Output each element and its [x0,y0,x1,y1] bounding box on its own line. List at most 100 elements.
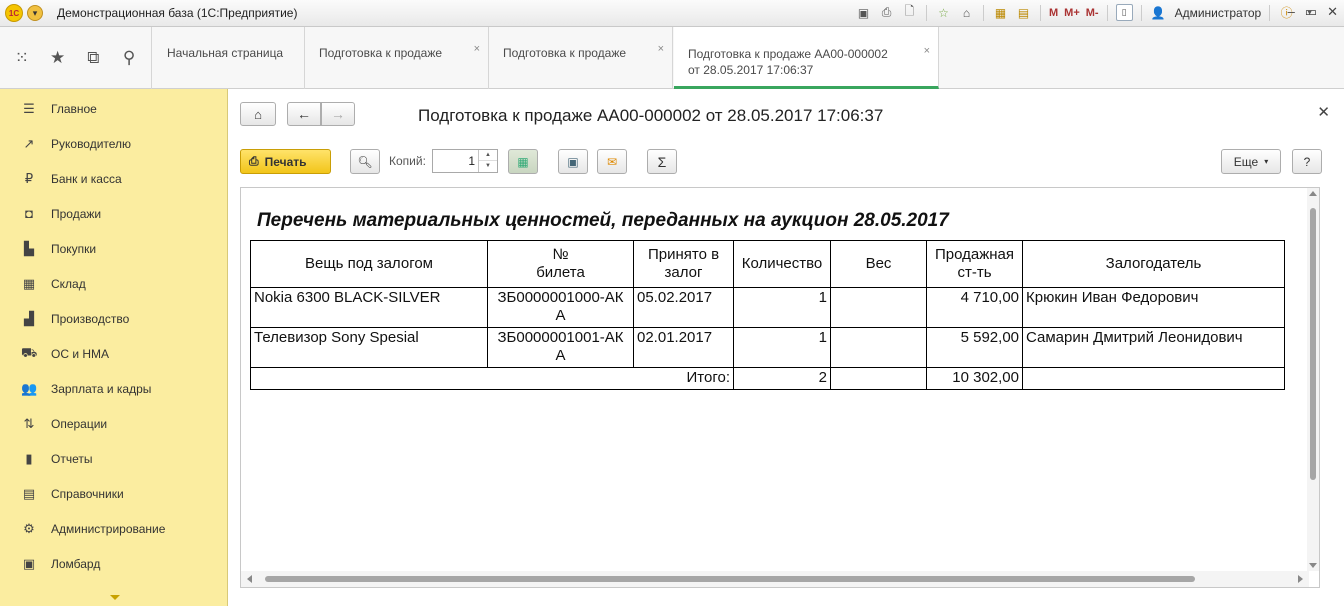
sidebar-item-bank[interactable]: ₽ Банк и касса [0,161,228,196]
cell-price[interactable]: 4 710,00 [926,287,1023,328]
close-window-icon[interactable]: ✕ [1327,4,1338,20]
chevron-down-icon: ▾ [1264,157,1269,166]
favorites-star-icon[interactable]: ★ [46,48,70,68]
sidebar-item-pawnshop[interactable]: ▣ Ломбард [0,546,228,581]
sidebar-item-label: Производство [51,311,130,326]
cell-pledgor[interactable]: Самарин Дмитрий Леонидович [1022,327,1285,368]
save-button[interactable]: ▣ [558,149,588,174]
copies-value[interactable]: 1 [468,154,475,168]
favorites-icon[interactable]: ☆ [935,4,952,21]
close-tab-icon[interactable]: × [474,43,480,55]
total-pledgor[interactable] [1022,367,1285,390]
sidebar-item-main[interactable]: ☰ Главное [0,91,228,126]
maximize-icon[interactable]: ▭ [1305,4,1317,20]
scroll-up-icon[interactable] [1309,191,1317,196]
cell-ticket[interactable]: ЗБ0000001000-АК А [487,287,634,328]
save-icon: ▣ [567,154,579,169]
sidebar-item-reports[interactable]: ▮ Отчеты [0,441,228,476]
cell-date[interactable]: 05.02.2017 [633,287,734,328]
sidebar-item-administration[interactable]: ⚙ Администрирование [0,511,228,546]
scroll-left-icon[interactable] [247,575,252,583]
total-price[interactable]: 10 302,00 [926,367,1023,390]
cell-weight[interactable] [830,287,927,328]
help-button[interactable]: ? [1292,149,1322,174]
spin-up-icon[interactable]: ▲ [479,150,497,161]
app-logo-icon[interactable]: 1С [5,4,23,22]
preview-icon[interactable]: 🗋 [901,4,918,21]
vertical-scrollbar[interactable] [1307,188,1319,571]
cell-pledgor[interactable]: Крюкин Иван Федорович [1022,287,1285,328]
close-document-icon[interactable]: ✕ [1317,103,1330,121]
cell-item[interactable]: Телевизор Sony Spesial [250,327,488,368]
spin-down-icon[interactable]: ▼ [479,161,497,172]
tab-label-line2: от 28.05.2017 17:06:37 [688,63,814,77]
table-total-row[interactable]: Итого: 2 10 302,00 [250,367,1285,390]
memory-m-button[interactable]: M [1049,7,1058,19]
print-icon[interactable]: ⎙ [878,4,895,21]
spreadsheet-document[interactable]: Перечень материальных ценностей, передан… [240,187,1320,588]
sidebar-item-warehouse[interactable]: ▦ Склад [0,266,228,301]
more-button[interactable]: Еще ▾ [1221,149,1281,174]
home-icon: ⌂ [254,106,262,122]
cell-ticket[interactable]: ЗБ0000001001-АК А [487,327,634,368]
tab-sale-prep-1[interactable]: Подготовка к продаже × [305,27,489,89]
search-icon[interactable]: ⚲ [117,48,141,68]
window-icon[interactable]: ▯ [1115,4,1133,21]
edit-button[interactable]: ▦ [508,149,538,174]
scroll-down-icon[interactable] [110,595,120,600]
sidebar-item-operations[interactable]: ⇅ Операции [0,406,228,441]
table-row[interactable]: Телевизор Sony Spesial ЗБ0000001001-АК А… [250,327,1285,368]
send-email-button[interactable]: ✉ [597,149,627,174]
main-menu-icon[interactable]: ▾ [27,5,43,21]
horizontal-scroll-thumb[interactable] [265,576,1195,582]
total-weight[interactable] [830,367,927,390]
total-label[interactable]: Итого: [250,367,734,390]
cell-date[interactable]: 02.01.2017 [633,327,734,368]
sections-grid-icon[interactable]: ⁙ [10,48,34,68]
cell-ticket-line1: ЗБ0000001000-АК [497,289,624,306]
history-icon[interactable]: ⧉ [81,48,105,68]
horizontal-scrollbar[interactable] [241,571,1309,587]
table-row[interactable]: Nokia 6300 BLACK-SILVER ЗБ0000001000-АК … [250,287,1285,328]
sidebar-item-manager[interactable]: ↗ Руководителю [0,126,228,161]
cell-price[interactable]: 5 592,00 [926,327,1023,368]
edit-table-icon: ▦ [517,154,529,169]
cell-item[interactable]: Nokia 6300 BLACK-SILVER [250,287,488,328]
minimize-icon[interactable]: – [1288,4,1295,20]
scroll-down-icon[interactable] [1309,563,1317,568]
save-icon[interactable]: ▣ [855,4,872,21]
calculator-icon[interactable]: ▦ [992,4,1009,21]
tab-home[interactable]: Начальная страница [153,27,305,89]
cell-weight[interactable] [830,327,927,368]
sidebar-item-production[interactable]: ▟ Производство [0,301,228,336]
user-name[interactable]: Администратор [1175,6,1262,20]
cell-qty[interactable]: 1 [733,287,831,328]
calendar-icon[interactable]: ▤ [1015,4,1032,21]
sidebar-item-label: Справочники [51,486,124,501]
scroll-right-icon[interactable] [1298,575,1303,583]
forward-button[interactable]: → [321,102,355,126]
tab-sale-prep-document[interactable]: Подготовка к продаже АА00-000002 от 28.0… [674,27,939,89]
preview-button[interactable]: 🔍︎ [350,149,380,174]
copies-stepper[interactable]: 1 ▲ ▼ [432,149,498,173]
sidebar-item-assets[interactable]: ⛟ ОС и НМА [0,336,228,371]
sidebar-item-purchases[interactable]: ▙ Покупки [0,231,228,266]
sum-button[interactable]: Σ [647,149,677,174]
sidebar-item-catalogs[interactable]: ▤ Справочники [0,476,228,511]
print-button[interactable]: ⎙ Печать [240,149,331,174]
vertical-scroll-thumb[interactable] [1310,208,1316,480]
close-tab-icon[interactable]: × [924,43,930,59]
memory-m-plus-button[interactable]: M+ [1064,7,1080,19]
back-button[interactable]: ← [287,102,321,126]
tab-sale-prep-2[interactable]: Подготовка к продаже × [489,27,673,89]
sidebar-item-label: ОС и НМА [51,346,110,361]
cell-qty[interactable]: 1 [733,327,831,368]
sidebar-item-sales[interactable]: ◘ Продажи [0,196,228,231]
close-tab-icon[interactable]: × [658,43,664,55]
home-button[interactable]: ⌂ [240,102,276,126]
home-icon[interactable]: ⌂ [958,4,975,21]
total-qty[interactable]: 2 [733,367,831,390]
memory-m-minus-button[interactable]: M- [1086,7,1099,19]
sidebar-item-payroll[interactable]: 👥 Зарплата и кадры [0,371,228,406]
sidebar-item-label: Руководителю [51,136,132,151]
